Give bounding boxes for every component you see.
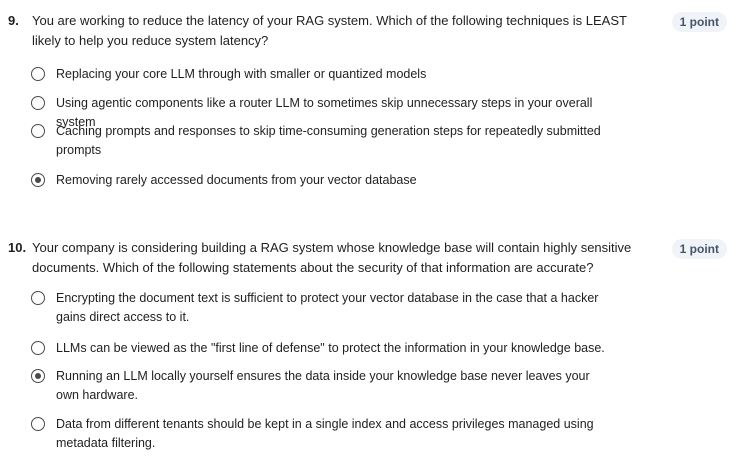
radio-button[interactable]	[31, 291, 45, 305]
points-badge: 1 point	[671, 239, 727, 259]
option-label[interactable]: LLMs can be viewed as the "first line of…	[56, 339, 616, 358]
radio-button[interactable]	[31, 341, 45, 355]
option-label[interactable]: Encrypting the document text is sufficie…	[56, 289, 616, 327]
radio-button[interactable]	[31, 173, 45, 187]
radio-button[interactable]	[31, 96, 45, 110]
question-text: You are working to reduce the latency of…	[32, 13, 627, 48]
radio-button[interactable]	[31, 369, 45, 383]
radio-button[interactable]	[31, 417, 45, 431]
option-label[interactable]: Removing rarely accessed documents from …	[56, 171, 616, 190]
radio-button[interactable]	[31, 124, 45, 138]
question-text: Your company is considering building a R…	[32, 240, 632, 275]
option-label[interactable]: Running an LLM locally yourself ensures …	[56, 367, 616, 405]
option-label[interactable]: Data from different tenants should be ke…	[56, 415, 616, 453]
question-number: 9.	[8, 13, 19, 28]
radio-button[interactable]	[31, 67, 45, 81]
question-number: 10.	[8, 240, 27, 255]
option-label[interactable]: Caching prompts and responses to skip ti…	[56, 122, 616, 160]
option-label[interactable]: Replacing your core LLM through with sma…	[56, 65, 616, 84]
points-badge: 1 point	[671, 12, 727, 32]
